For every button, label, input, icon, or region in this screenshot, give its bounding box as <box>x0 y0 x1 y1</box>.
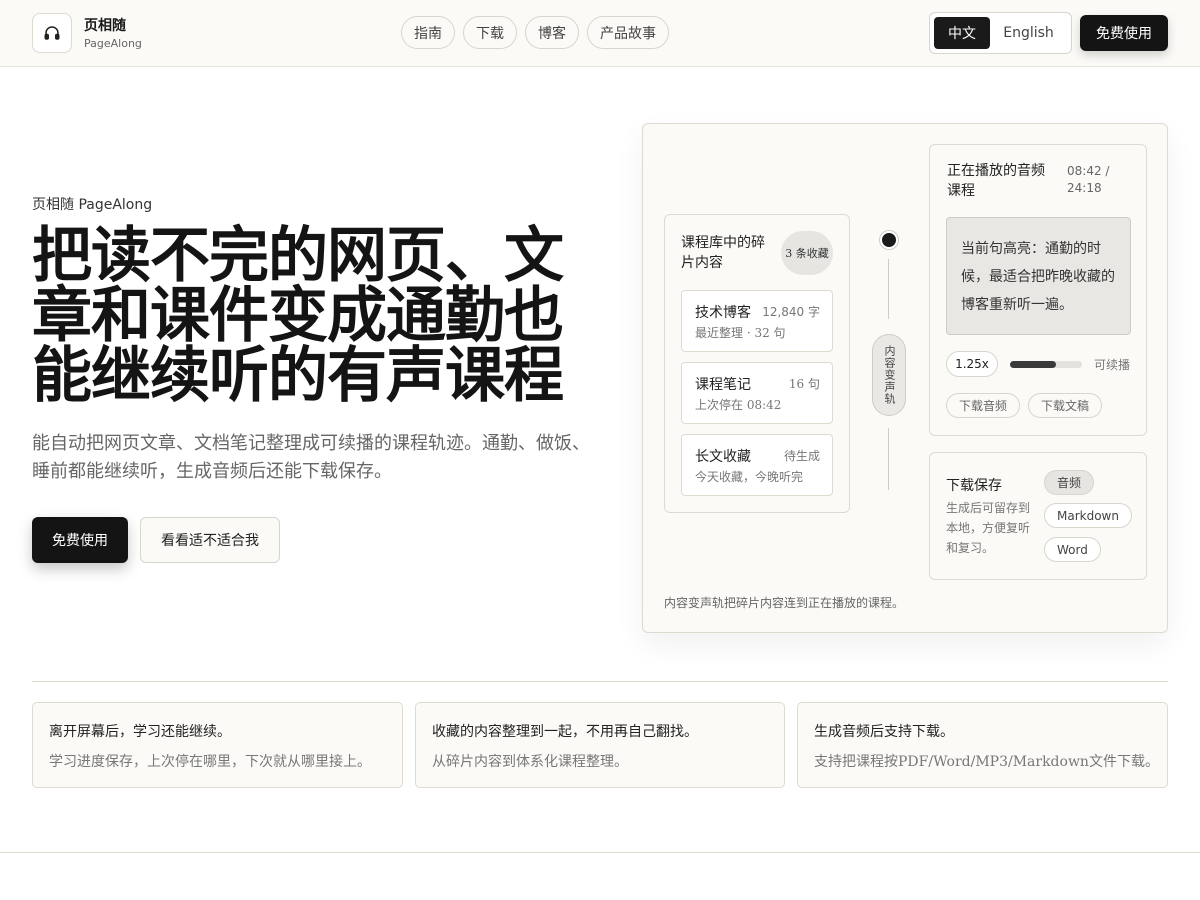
format-option-audio[interactable]: 音频 <box>1044 470 1095 495</box>
library-item[interactable]: 长文收藏 待生成 今天收藏，今晚听完 <box>681 434 833 496</box>
download-transcript-chip[interactable]: 下载文稿 <box>1028 393 1103 418</box>
feature-card: 生成音频后支持下载。 支持把课程按PDF/Word/MP3/Markdown文件… <box>797 702 1168 788</box>
section-divider <box>32 681 1168 682</box>
top-header: 页相随 PageAlong 指南 下载 博客 产品故事 中文 English 免… <box>0 0 1200 67</box>
main-nav: 指南 下载 博客 产品故事 <box>401 16 669 49</box>
lang-option-en[interactable]: English <box>990 25 1067 41</box>
track-line-lower <box>888 428 889 490</box>
library-item-title: 技术博客 <box>695 305 751 321</box>
library-item-meta: 12,840 字 <box>762 305 820 319</box>
download-title: 下载保存 <box>946 478 1002 494</box>
hero-eyebrow: 页相随 PageAlong <box>32 197 153 213</box>
track-label: 内容变声轨 <box>883 345 896 405</box>
feature-description: 学习进度保存，上次停在哪里，下次就从哪里接上。 <box>49 754 371 770</box>
feature-description: 从碎片内容到体系化课程整理。 <box>432 754 628 770</box>
library-item-meta: 16 句 <box>788 377 820 391</box>
brand-name: 页相随 <box>84 18 126 34</box>
library-item-title: 课程笔记 <box>695 377 751 393</box>
nav-guide[interactable]: 指南 <box>401 16 455 49</box>
track-label-pill: 内容变声轨 <box>872 334 906 416</box>
resume-label: 可续播 <box>1094 358 1131 372</box>
now-playing-panel: 正在播放的音频课程 08:42 / 24:18 当前句高亮：通勤的时候，最适合把… <box>929 144 1147 436</box>
current-sentence-highlight: 当前句高亮：通勤的时候，最适合把昨晚收藏的博客重新听一遍。 <box>946 217 1131 335</box>
hero-free-trial-button[interactable]: 免费使用 <box>32 517 128 563</box>
product-showcase: 课程库中的碎片内容 3 条收藏 技术博客 12,840 字 最近整理 · 32 … <box>642 123 1168 633</box>
library-title: 课程库中的碎片内容 <box>681 235 765 271</box>
library-count-badge: 3 条收藏 <box>781 231 833 275</box>
lang-option-zh[interactable]: 中文 <box>934 17 990 49</box>
player-title: 正在播放的音频课程 <box>947 163 1045 199</box>
feature-title: 生成音频后支持下载。 <box>814 724 954 740</box>
playback-progress-fill <box>1010 361 1057 368</box>
library-item[interactable]: 技术博客 12,840 字 最近整理 · 32 句 <box>681 290 833 352</box>
header-free-trial-button[interactable]: 免费使用 <box>1080 15 1168 51</box>
download-description: 生成后可留存到本地，方便复听和复习。 <box>946 501 1031 555</box>
format-option-word[interactable]: Word <box>1044 537 1101 562</box>
hero-title: 把读不完的网页、文章和课件变成通勤也能继续听的有声课程 <box>32 221 564 411</box>
language-switcher: 中文 English <box>929 12 1072 54</box>
nav-product-story[interactable]: 产品故事 <box>587 16 669 49</box>
hero-fit-check-button[interactable]: 看看适不适合我 <box>140 517 280 563</box>
brand-subtitle: PageAlong <box>84 37 142 50</box>
playback-speed-button[interactable]: 1.25x <box>946 351 998 377</box>
download-audio-chip[interactable]: 下载音频 <box>946 393 1021 418</box>
library-item[interactable]: 课程笔记 16 句 上次停在 08:42 <box>681 362 833 424</box>
format-option-markdown[interactable]: Markdown <box>1044 503 1132 528</box>
showcase-caption: 内容变声轨把碎片内容连到正在播放的课程。 <box>664 596 905 610</box>
headphones-icon <box>44 26 60 40</box>
track-line-upper <box>888 259 889 319</box>
library-item-meta: 待生成 <box>783 449 820 463</box>
feature-card: 收藏的内容整理到一起，不用再自己翻找。 从碎片内容到体系化课程整理。 <box>415 702 785 788</box>
feature-title: 离开屏幕后，学习还能继续。 <box>49 724 231 740</box>
brand-logo[interactable] <box>32 13 72 53</box>
nav-blog[interactable]: 博客 <box>525 16 579 49</box>
library-item-sub: 今天收藏，今晚听完 <box>695 470 804 484</box>
library-item-sub: 上次停在 08:42 <box>695 398 782 412</box>
playback-progress-bar[interactable] <box>1010 361 1082 368</box>
feature-title: 收藏的内容整理到一起，不用再自己翻找。 <box>432 724 698 740</box>
footer-divider <box>0 852 1200 853</box>
download-save-panel: 下载保存 生成后可留存到本地，方便复听和复习。 音频 Markdown Word <box>929 452 1147 580</box>
library-item-title: 长文收藏 <box>695 449 751 465</box>
track-node-dot <box>880 231 898 249</box>
player-time: 08:42 / 24:18 <box>1067 164 1110 195</box>
hero-description: 能自动把网页文章、文档笔记整理成可续播的课程轨迹。通勤、做饭、睡前都能继续听，生… <box>32 433 590 482</box>
feature-card: 离开屏幕后，学习还能继续。 学习进度保存，上次停在哪里，下次就从哪里接上。 <box>32 702 403 788</box>
nav-download[interactable]: 下载 <box>463 16 517 49</box>
library-item-sub: 最近整理 · 32 句 <box>695 326 786 340</box>
course-library-panel: 课程库中的碎片内容 3 条收藏 技术博客 12,840 字 最近整理 · 32 … <box>664 214 850 513</box>
feature-description: 支持把课程按PDF/Word/MP3/Markdown文件下载。 <box>814 754 1159 770</box>
